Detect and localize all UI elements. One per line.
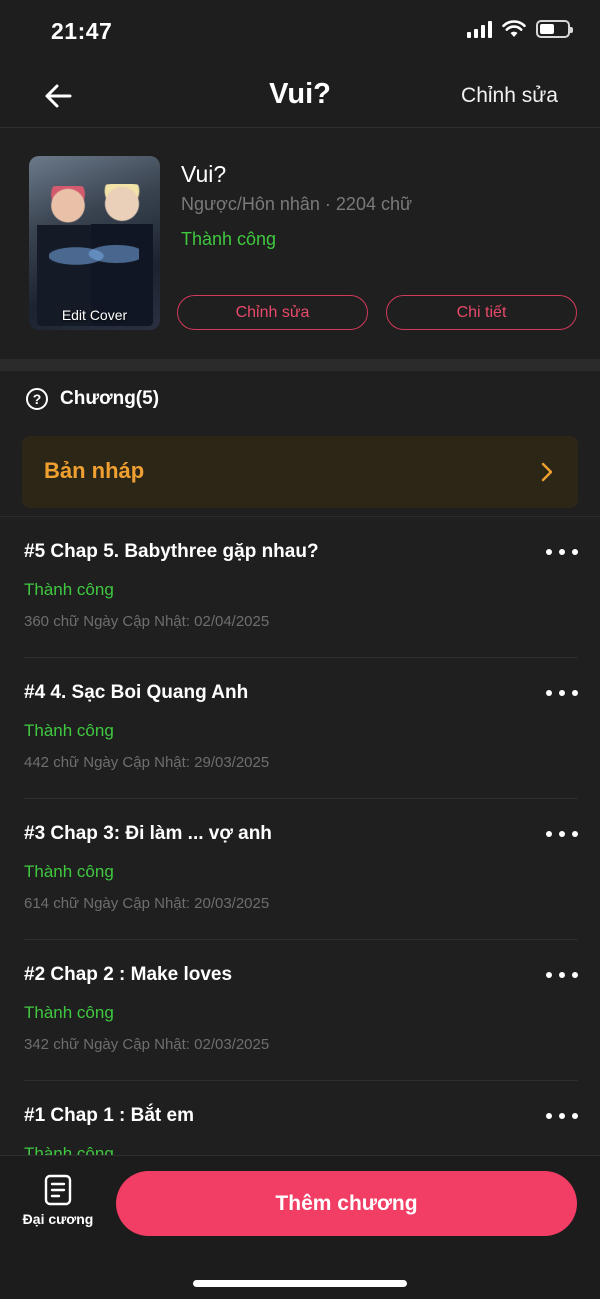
chapter-item[interactable]: #2 Chap 2 : Make loves Thành công 342 ch… (0, 940, 600, 1081)
chapter-meta: 614 chữ Ngày Cập Nhật: 20/03/2025 (24, 895, 270, 912)
chapter-title: #3 Chap 3: Đi làm ... vợ anh (24, 823, 272, 844)
more-options-icon[interactable] (546, 829, 578, 839)
book-status: Thành công (181, 229, 277, 249)
bottom-bar: Đại cương Thêm chương (0, 1155, 600, 1299)
battery-icon (536, 20, 573, 38)
chapter-status: Thành công (24, 580, 114, 599)
document-icon (44, 1174, 72, 1206)
book-cover[interactable]: Edit Cover (29, 156, 160, 330)
nav-bar: Vui? Chỉnh sửa (0, 64, 600, 128)
edit-button[interactable]: Chỉnh sửa (177, 295, 368, 330)
cellular-signal-icon (467, 20, 492, 38)
more-options-icon[interactable] (546, 1111, 578, 1121)
chapter-meta: 442 chữ Ngày Cập Nhật: 29/03/2025 (24, 754, 270, 771)
chapter-status: Thành công (24, 721, 114, 740)
wifi-icon (502, 20, 526, 37)
chapter-meta: 342 chữ Ngày Cập Nhật: 02/03/2025 (24, 1036, 270, 1053)
section-divider (0, 359, 600, 371)
status-icons (467, 20, 573, 38)
chapter-list: #5 Chap 5. Babythree gặp nhau? Thành côn… (0, 517, 600, 1157)
chevron-right-icon (541, 462, 553, 482)
outline-button[interactable]: Đại cương (16, 1174, 100, 1236)
add-chapter-button[interactable]: Thêm chương (116, 1171, 577, 1236)
edit-cover-label[interactable]: Edit Cover (29, 307, 160, 323)
chapter-item[interactable]: #4 4. Sạc Boi Quang Anh Thành công 442 c… (0, 658, 600, 799)
chapter-count: Chương(5) (60, 388, 160, 409)
chapter-item[interactable]: #3 Chap 3: Đi làm ... vợ anh Thành công … (0, 799, 600, 940)
battery-level (540, 24, 555, 34)
draft-card[interactable]: Bản nháp (22, 436, 578, 508)
home-indicator (193, 1280, 407, 1287)
chapter-meta: 360 chữ Ngày Cập Nhật: 02/04/2025 (24, 613, 270, 630)
detail-button[interactable]: Chi tiết (386, 295, 577, 330)
outline-label: Đại cương (22, 1211, 94, 1227)
chapter-item[interactable]: #1 Chap 1 : Bắt em Thành công (0, 1081, 600, 1157)
book-meta: Ngược/Hôn nhân · 2204 chữ (181, 194, 413, 214)
book-info: Edit Cover Vui? Ngược/Hôn nhân · 2204 ch… (0, 129, 600, 359)
more-options-icon[interactable] (546, 547, 578, 557)
chapter-status: Thành công (24, 862, 114, 881)
book-title: Vui? (181, 161, 227, 187)
chapter-title: #5 Chap 5. Babythree gặp nhau? (24, 541, 319, 562)
more-options-icon[interactable] (546, 688, 578, 698)
status-bar: 21:47 (0, 0, 600, 64)
more-options-icon[interactable] (546, 970, 578, 980)
draft-label: Bản nháp (44, 458, 145, 483)
cover-image-graphic (49, 236, 139, 276)
chapter-title: #1 Chap 1 : Bắt em (24, 1105, 194, 1126)
edit-story-button[interactable]: Chỉnh sửa (461, 84, 558, 108)
status-time: 21:47 (51, 18, 113, 44)
chapter-title: #4 4. Sạc Boi Quang Anh (24, 682, 249, 703)
chapter-title: #2 Chap 2 : Make loves (24, 964, 233, 985)
help-icon[interactable]: ? (26, 388, 48, 410)
chapter-header: ? Chương(5) (26, 388, 159, 410)
chapter-status: Thành công (24, 1003, 114, 1022)
chapter-item[interactable]: #5 Chap 5. Babythree gặp nhau? Thành côn… (0, 517, 600, 658)
